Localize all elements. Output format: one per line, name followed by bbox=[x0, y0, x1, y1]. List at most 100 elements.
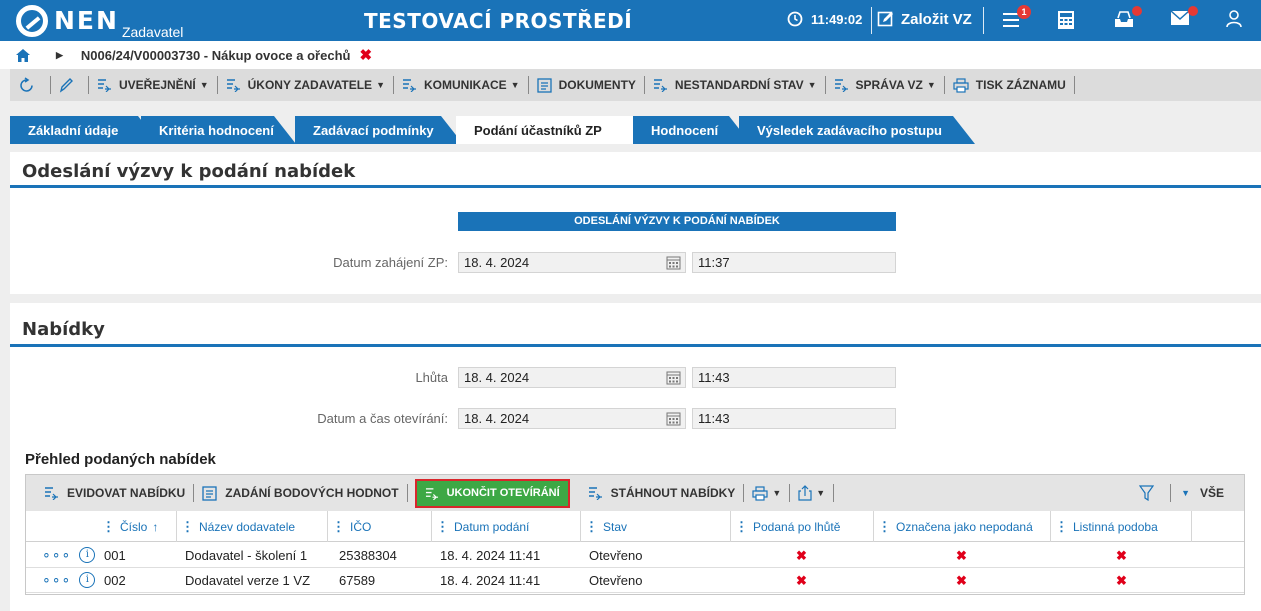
action-list-icon bbox=[402, 79, 416, 92]
column-header-marked[interactable]: ⋮ Označena jako nepodaná bbox=[873, 511, 1050, 542]
column-header-spacer bbox=[1191, 511, 1244, 542]
column-menu-icon[interactable]: ⋮ bbox=[332, 519, 345, 535]
chevron-down-icon: ▼ bbox=[1181, 488, 1190, 498]
column-submitted-label: Datum podání bbox=[454, 519, 530, 534]
divider bbox=[1073, 76, 1075, 94]
tab-label: Výsledek zadávacího postupu bbox=[757, 123, 942, 138]
notification-badge: 1 bbox=[1017, 5, 1031, 19]
toolbar-nonstandard-menu[interactable]: NESTANDARDNÍ STAV ▼ bbox=[645, 69, 825, 101]
chevron-down-icon: ▼ bbox=[510, 80, 520, 90]
tab-label: Zadávací podmínky bbox=[313, 123, 434, 138]
invitation-section-bar: ODESLÁNÍ VÝZVY K PODÁNÍ NABÍDEK bbox=[458, 212, 896, 231]
toolbar-publish-menu[interactable]: UVEŘEJNĚNÍ ▼ bbox=[89, 69, 217, 101]
top-bar: NEN Zadavatel TESTOVACÍ PROSTŘEDÍ 11:49:… bbox=[0, 0, 1261, 41]
register-offer-button[interactable]: EVIDOVAT NABÍDKU bbox=[26, 486, 193, 500]
breadcrumb-arrow-icon: ▶ bbox=[56, 49, 63, 60]
edit-icon bbox=[877, 11, 893, 27]
column-menu-icon[interactable]: ⋮ bbox=[1055, 519, 1068, 535]
export-icon bbox=[798, 485, 812, 501]
toolbar-management-menu[interactable]: SPRÁVA VZ ▼ bbox=[826, 69, 944, 101]
inbox-icon[interactable] bbox=[1114, 6, 1142, 32]
download-offers-button[interactable]: STÁHNOUT NABÍDKY bbox=[580, 486, 744, 500]
start-time-field[interactable]: 11:37 bbox=[692, 252, 896, 273]
tab-bar: Základní údaje Kritéria hodnocení Zadáva… bbox=[10, 116, 1261, 144]
score-values-label: ZADÁNÍ BODOVÝCH HODNOT bbox=[225, 486, 399, 500]
column-header-number[interactable]: ⋮ Číslo ↑ bbox=[98, 511, 176, 542]
filter-icon bbox=[1139, 485, 1155, 501]
tab-tender-conditions[interactable]: Zadávací podmínky bbox=[295, 116, 463, 144]
calculator-icon[interactable] bbox=[1057, 10, 1081, 32]
tab-evaluation[interactable]: Hodnocení bbox=[633, 116, 751, 144]
cell-paper-x-icon: ✖ bbox=[1116, 573, 1127, 588]
score-values-button[interactable]: ZADÁNÍ BODOVÝCH HODNOT bbox=[194, 485, 406, 501]
tab-procedure-result[interactable]: Výsledek zadávacího postupu bbox=[739, 116, 975, 144]
grid-print-menu[interactable]: ▼ bbox=[744, 485, 789, 501]
cell-marked-x-icon: ✖ bbox=[956, 573, 967, 588]
info-icon[interactable]: i bbox=[79, 546, 96, 563]
toolbar-communication-label: KOMUNIKACE bbox=[423, 78, 507, 92]
refresh-button[interactable] bbox=[10, 69, 50, 101]
column-header-late[interactable]: ⋮ Podaná po lhůtě bbox=[730, 511, 873, 542]
mail-icon[interactable] bbox=[1170, 6, 1198, 32]
toolbar-print-button[interactable]: TISK ZÁZNAMU bbox=[945, 69, 1074, 101]
chevron-down-icon: ▼ bbox=[772, 488, 782, 498]
more-actions-icon[interactable]: ∘∘∘ bbox=[42, 546, 71, 563]
toolbar-communication-menu[interactable]: KOMUNIKACE ▼ bbox=[394, 69, 528, 101]
user-icon[interactable] bbox=[1226, 10, 1250, 32]
invitation-panel: Odeslání výzvy k podání nabídek ODESLÁNÍ… bbox=[10, 152, 1261, 294]
calendar-icon[interactable] bbox=[666, 255, 681, 270]
view-all-menu[interactable]: ▼ VŠE bbox=[1171, 486, 1244, 500]
start-time-value: 11:37 bbox=[698, 255, 730, 270]
opening-time-field[interactable]: 11:43 bbox=[692, 408, 896, 429]
tab-participant-submissions[interactable]: Podání účastníků ZP bbox=[456, 116, 656, 144]
cell-number: 002 bbox=[104, 573, 126, 588]
column-menu-icon[interactable]: ⋮ bbox=[436, 519, 449, 535]
column-menu-icon[interactable]: ⋮ bbox=[878, 519, 891, 535]
cell-late-x-icon: ✖ bbox=[796, 573, 807, 588]
nen-logo[interactable]: NEN Zadavatel bbox=[16, 4, 183, 40]
start-date-label: Datum zahájení ZP: bbox=[333, 255, 448, 270]
column-menu-icon[interactable]: ⋮ bbox=[102, 519, 115, 535]
toolbar-nonstandard-label: NESTANDARDNÍ STAV bbox=[674, 78, 804, 92]
info-icon[interactable]: i bbox=[79, 571, 96, 588]
column-header-supplier[interactable]: ⋮ Název dodavatele bbox=[176, 511, 327, 542]
cell-ico: 25388304 bbox=[339, 548, 397, 563]
column-header-ico[interactable]: ⋮ IČO bbox=[327, 511, 431, 542]
menu-icon[interactable]: 1 bbox=[1001, 5, 1031, 32]
finish-opening-button[interactable]: UKONČIT OTEVÍRÁNÍ bbox=[414, 478, 570, 508]
grid-export-menu[interactable]: ▼ bbox=[790, 485, 833, 501]
environment-title: TESTOVACÍ PROSTŘEDÍ bbox=[364, 9, 633, 33]
breadcrumb-path[interactable]: N006/24/V00003730 - Nákup ovoce a ořechů bbox=[81, 48, 351, 63]
table-row[interactable]: ∘∘∘ i 001 Dodavatel - školení 1 25388304… bbox=[26, 543, 1244, 568]
column-header-state[interactable]: ⋮ Stav bbox=[580, 511, 730, 542]
opening-date-field[interactable]: 18. 4. 2024 bbox=[458, 408, 686, 429]
deadline-date-value: 18. 4. 2024 bbox=[464, 370, 530, 385]
deadline-date-field[interactable]: 18. 4. 2024 bbox=[458, 367, 686, 388]
close-icon[interactable]: ✖ bbox=[359, 46, 372, 64]
create-vz-button[interactable]: Založit VZ bbox=[877, 10, 972, 28]
start-date-field[interactable]: 18. 4. 2024 bbox=[458, 252, 686, 273]
deadline-time-field[interactable]: 11:43 bbox=[692, 367, 896, 388]
toolbar-actions-menu[interactable]: ÚKONY ZADAVATELE ▼ bbox=[218, 69, 393, 101]
calendar-icon[interactable] bbox=[666, 370, 681, 385]
column-header-submitted[interactable]: ⋮ Datum podání bbox=[431, 511, 580, 542]
toolbar-print-label: TISK ZÁZNAMU bbox=[975, 78, 1066, 92]
column-supplier-label: Název dodavatele bbox=[199, 519, 296, 534]
tab-basic-data[interactable]: Základní údaje bbox=[10, 116, 160, 144]
column-menu-icon[interactable]: ⋮ bbox=[585, 519, 598, 535]
column-menu-icon[interactable]: ⋮ bbox=[735, 519, 748, 535]
download-offers-label: STÁHNOUT NABÍDKY bbox=[610, 486, 736, 500]
home-icon[interactable] bbox=[16, 48, 30, 62]
action-list-icon bbox=[425, 487, 438, 500]
column-menu-icon[interactable]: ⋮ bbox=[181, 519, 194, 535]
start-date-value: 18. 4. 2024 bbox=[464, 255, 530, 270]
edit-button[interactable] bbox=[51, 69, 88, 101]
tab-evaluation-criteria[interactable]: Kritéria hodnocení bbox=[141, 116, 296, 144]
toolbar-documents-button[interactable]: DOKUMENTY bbox=[529, 69, 644, 101]
more-actions-icon[interactable]: ∘∘∘ bbox=[42, 571, 71, 588]
filter-button[interactable] bbox=[1131, 485, 1170, 501]
calendar-icon[interactable] bbox=[666, 411, 681, 426]
printer-icon bbox=[953, 77, 969, 93]
table-row[interactable]: ∘∘∘ i 002 Dodavatel verze 1 VZ 67589 18.… bbox=[26, 568, 1244, 593]
column-header-paper[interactable]: ⋮ Listinná podoba bbox=[1050, 511, 1191, 542]
